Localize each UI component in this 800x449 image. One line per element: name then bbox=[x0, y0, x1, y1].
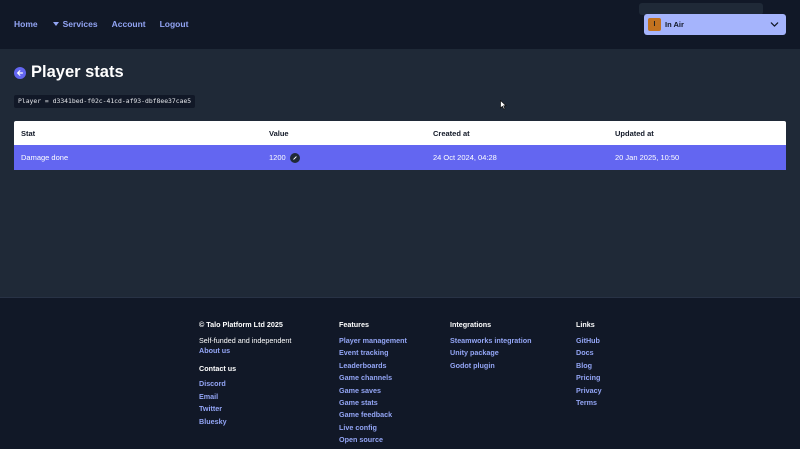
table-row: Damage done 1200 24 Oct 2024, 04:28 20 J… bbox=[14, 145, 786, 170]
game-avatar: I bbox=[648, 18, 661, 31]
nav-account-link[interactable]: Account bbox=[112, 19, 146, 29]
top-nav: Home Services Account Logout I In Air bbox=[0, 0, 800, 49]
back-button[interactable] bbox=[14, 66, 26, 79]
footer-integrations-column: Integrations Steamworks integration Unit… bbox=[450, 320, 531, 373]
stat-value: 1200 bbox=[269, 153, 286, 162]
footer-link-game-channels[interactable]: Game channels bbox=[339, 373, 407, 385]
footer-features-heading: Features bbox=[339, 320, 369, 329]
footer-link-email[interactable]: Email bbox=[199, 392, 291, 404]
column-header-updated-at: Updated at bbox=[615, 128, 654, 138]
nav-services-label: Services bbox=[62, 19, 98, 29]
created-at-cell: 24 Oct 2024, 04:28 bbox=[433, 153, 497, 162]
footer-link-pricing[interactable]: Pricing bbox=[576, 373, 602, 385]
game-switcher[interactable]: I In Air bbox=[644, 14, 786, 35]
footer-link-steamworks[interactable]: Steamworks integration bbox=[450, 336, 531, 348]
footer-link-leaderboards[interactable]: Leaderboards bbox=[339, 361, 407, 373]
edit-value-button[interactable] bbox=[289, 152, 300, 163]
game-name: In Air bbox=[665, 20, 684, 29]
footer-link-docs[interactable]: Docs bbox=[576, 348, 602, 360]
page-title: Player stats bbox=[31, 63, 124, 81]
caret-down-icon bbox=[52, 22, 59, 26]
footer-link-player-management[interactable]: Player management bbox=[339, 336, 407, 348]
nav-links: Home Services Account Logout bbox=[14, 19, 188, 29]
footer-link-terms[interactable]: Terms bbox=[576, 398, 602, 410]
footer-link-blog[interactable]: Blog bbox=[576, 361, 602, 373]
footer-link-twitter[interactable]: Twitter bbox=[199, 404, 291, 416]
pencil-icon bbox=[292, 155, 297, 160]
footer-link-live-config[interactable]: Live config bbox=[339, 423, 407, 435]
stat-value-cell: 1200 bbox=[269, 152, 300, 163]
footer-link-game-stats[interactable]: Game stats bbox=[339, 398, 407, 410]
player-filter-badge: Player = d3341bed-f02c-41cd-af93-dbf8ee3… bbox=[14, 95, 196, 108]
footer-link-unity[interactable]: Unity package bbox=[450, 348, 531, 360]
footer-link-godot[interactable]: Godot plugin bbox=[450, 361, 531, 373]
footer-link-privacy[interactable]: Privacy bbox=[576, 386, 602, 398]
table-header: Stat Value Created at Updated at bbox=[14, 121, 786, 145]
mouse-cursor-icon bbox=[500, 100, 507, 110]
footer-link-event-tracking[interactable]: Event tracking bbox=[339, 348, 407, 360]
chevron-down-icon bbox=[770, 22, 779, 27]
arrow-left-icon bbox=[17, 69, 23, 76]
footer-links-column: Links GitHub Docs Blog Pricing Privacy T… bbox=[576, 320, 602, 410]
footer-features-column: Features Player management Event trackin… bbox=[339, 320, 407, 448]
footer: © Talo Platform Ltd 2025 Self-funded and… bbox=[0, 297, 800, 449]
footer-company-column: © Talo Platform Ltd 2025 Self-funded and… bbox=[199, 320, 291, 429]
footer-link-open-source[interactable]: Open source bbox=[339, 435, 407, 447]
footer-copyright: © Talo Platform Ltd 2025 bbox=[199, 320, 283, 329]
nav-home-link[interactable]: Home bbox=[14, 19, 38, 29]
footer-tagline: Self-funded and independent bbox=[199, 336, 292, 345]
footer-link-bluesky[interactable]: Bluesky bbox=[199, 417, 291, 429]
nav-logout-link[interactable]: Logout bbox=[160, 19, 189, 29]
footer-links-heading: Links bbox=[576, 320, 595, 329]
column-header-stat: Stat bbox=[21, 128, 36, 138]
footer-link-github[interactable]: GitHub bbox=[576, 336, 602, 348]
column-header-value: Value bbox=[269, 128, 289, 138]
column-header-created-at: Created at bbox=[433, 128, 470, 138]
updated-at-cell: 20 Jan 2025, 10:50 bbox=[615, 153, 680, 162]
footer-link-game-saves[interactable]: Game saves bbox=[339, 386, 407, 398]
footer-integrations-heading: Integrations bbox=[450, 320, 492, 329]
nav-services-link[interactable]: Services bbox=[52, 19, 98, 29]
stats-table: Stat Value Created at Updated at Damage … bbox=[14, 121, 786, 170]
footer-about-link[interactable]: About us bbox=[199, 346, 291, 358]
footer-link-discord[interactable]: Discord bbox=[199, 379, 291, 391]
page-header: Player stats bbox=[14, 63, 124, 82]
footer-contact-heading: Contact us bbox=[199, 364, 237, 374]
stat-name-cell: Damage done bbox=[21, 153, 69, 162]
footer-link-game-feedback[interactable]: Game feedback bbox=[339, 410, 407, 422]
